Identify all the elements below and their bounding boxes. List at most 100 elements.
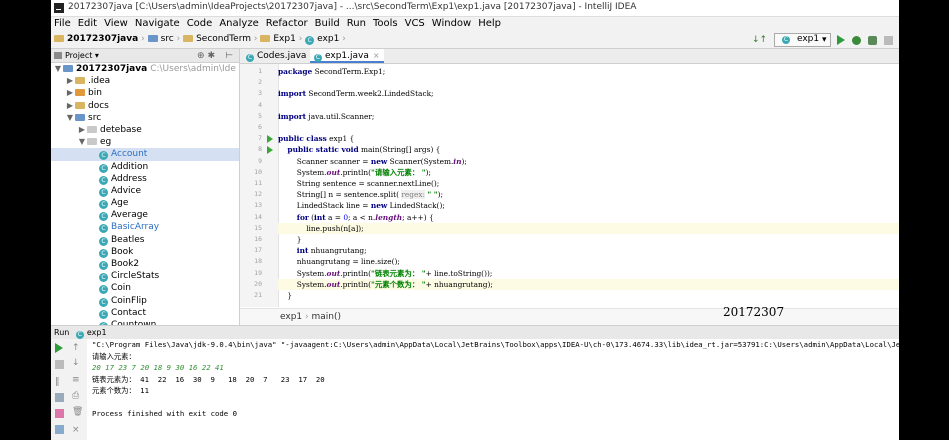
tree-item[interactable]: C Contact — [51, 307, 239, 319]
expand-right-icon[interactable]: ▶ — [65, 75, 75, 87]
tree-item[interactable]: C Advice — [51, 185, 239, 197]
soft-wrap-icon[interactable]: ≡ — [72, 375, 81, 385]
tree-item[interactable]: C Address — [51, 173, 239, 185]
expand-right-icon[interactable]: ▶ — [77, 124, 87, 136]
print-icon[interactable]: ⎙ — [72, 391, 81, 401]
tree-item[interactable]: C Coin — [51, 282, 239, 295]
code-line[interactable] — [278, 122, 899, 133]
gear-icon[interactable]: ⊕ ✱ — [197, 50, 215, 63]
breadcrumb-project[interactable]: 20172307java — [67, 34, 138, 44]
tree-item[interactable]: C Book2 — [51, 258, 239, 270]
restore-layout-icon[interactable] — [55, 409, 64, 418]
run-config-select[interactable]: Cexp1 ▾ — [773, 33, 831, 47]
menu-analyze[interactable]: Analyze — [216, 17, 262, 31]
run-console[interactable]: "C:\Program Files\Java\jdk-9.0.4\bin\jav… — [87, 339, 899, 440]
menu-vcs[interactable]: VCS — [402, 17, 429, 31]
code-line[interactable]: String sentence = scanner.nextLine(); — [278, 178, 899, 189]
coverage-icon[interactable] — [868, 35, 878, 45]
menu-tools[interactable]: Tools — [370, 17, 402, 31]
pause-icon[interactable]: ‖ — [55, 377, 64, 387]
expand-right-icon[interactable]: ▶ — [65, 100, 75, 112]
tree-item[interactable]: C Book — [51, 246, 239, 258]
code-line[interactable] — [278, 77, 899, 88]
run-config-tab[interactable]: exp1 — [87, 328, 107, 337]
run-gutter-icon[interactable] — [267, 146, 273, 155]
project-panel-title[interactable]: Project — [65, 51, 92, 60]
rerun-icon[interactable] — [55, 343, 63, 353]
scroll-down-icon[interactable]: ↓ — [72, 358, 81, 368]
code-line[interactable]: System.out.println("请输入元素： "); — [278, 167, 899, 178]
folder-icon — [75, 77, 85, 85]
menu-navigate[interactable]: Navigate — [132, 17, 184, 31]
menu-help[interactable]: Help — [475, 17, 505, 31]
code-line[interactable]: import java.util.Scanner; — [278, 111, 899, 122]
code-line[interactable]: import SecondTerm.week2.LindedStack; — [278, 88, 899, 99]
menu-build[interactable]: Build — [312, 17, 344, 31]
code-line[interactable]: for (int a = 0; a < n.length; a++) { — [278, 212, 899, 223]
code-line[interactable]: nhuangrutang = line.size(); — [278, 256, 899, 267]
code-line[interactable]: line.push(n[a]); — [278, 222, 899, 234]
code-line[interactable]: System.out.println("元素个数为： "+ nhuangruta… — [278, 278, 899, 290]
tab-exp1-java[interactable]: Cexp1.java × — [310, 49, 384, 63]
tree-item[interactable]: C Age — [51, 197, 239, 210]
code-line[interactable]: } — [278, 290, 899, 301]
code-line[interactable] — [278, 100, 899, 111]
code-line[interactable]: public static void main(String[] args) { — [278, 144, 899, 155]
stop-icon[interactable] — [55, 360, 64, 369]
close-icon[interactable]: × — [72, 425, 81, 435]
hide-icon[interactable]: ⊢ — [225, 50, 233, 63]
tree-item[interactable]: C Beatles — [51, 234, 239, 246]
expand-right-icon[interactable]: ▶ — [65, 87, 75, 99]
tree-item[interactable]: C Addition — [51, 161, 239, 173]
code-line[interactable]: String[] n = sentence.split( regex: " ")… — [278, 189, 899, 200]
menu-refactor[interactable]: Refactor — [263, 17, 312, 31]
menu-file[interactable]: File — [51, 17, 75, 31]
code-line[interactable]: package SecondTerm.Exp1; — [278, 66, 899, 77]
tree-item[interactable]: C CoinFlip — [51, 295, 239, 307]
tree-item[interactable]: C Average — [51, 209, 239, 222]
tree-item[interactable]: ▶ .idea — [51, 75, 239, 87]
editor-crumb-class[interactable]: exp1 — [280, 312, 302, 322]
build-icon[interactable]: ↓↑ — [752, 35, 767, 45]
stop-icon[interactable] — [884, 35, 893, 45]
expand-down-icon[interactable]: ▼ — [65, 112, 75, 124]
breadcrumb-src[interactable]: src — [161, 34, 174, 44]
editor-crumb-method[interactable]: main() — [312, 312, 342, 322]
code-line[interactable]: } — [278, 234, 899, 245]
menu-code[interactable]: Code — [184, 17, 217, 31]
run-icon[interactable] — [837, 35, 846, 45]
clear-icon[interactable]: 🗑 — [72, 407, 83, 417]
menu-view[interactable]: View — [101, 17, 132, 31]
menu-window[interactable]: Window — [429, 17, 475, 31]
class-icon: C — [99, 163, 108, 173]
code-line[interactable]: System.out.println("链表元素为： "+ line.toStr… — [278, 268, 899, 279]
run-panel-label[interactable]: Run — [54, 328, 69, 337]
tree-item[interactable]: ▼ eg — [51, 136, 239, 148]
code-line[interactable]: public class exp1 { — [278, 133, 899, 144]
tree-item[interactable]: ▼ src — [51, 112, 239, 124]
code-area[interactable]: package SecondTerm.Exp1; import SecondTer… — [278, 64, 899, 307]
code-line[interactable]: int nhuangrutang; — [278, 245, 899, 256]
menu-edit[interactable]: Edit — [75, 17, 101, 31]
run-gutter-icon[interactable] — [267, 135, 273, 144]
code-line[interactable]: Scanner scanner = new Scanner(System.in)… — [278, 156, 899, 167]
dump-threads-icon[interactable] — [55, 393, 64, 402]
tree-item[interactable]: C CircleStats — [51, 270, 239, 283]
code-line[interactable]: LindedStack line = new LindedStack(); — [278, 200, 899, 211]
debug-icon[interactable] — [852, 35, 862, 45]
tree-item[interactable]: ▶ bin — [51, 87, 239, 99]
tree-item[interactable]: ▼ 20172307java C:\Users\admin\Ide — [51, 63, 239, 75]
scroll-up-icon[interactable]: ↑ — [72, 343, 81, 353]
expand-down-icon[interactable]: ▼ — [77, 136, 87, 148]
menu-run[interactable]: Run — [344, 17, 370, 31]
close-icon[interactable]: × — [373, 51, 380, 60]
breadcrumb-secondterm[interactable]: SecondTerm — [196, 34, 251, 44]
tree-item[interactable]: C Account — [51, 148, 239, 161]
tree-item[interactable]: C BasicArray — [51, 221, 239, 234]
breadcrumb-exp1-class[interactable]: exp1 — [317, 34, 339, 44]
expand-down-icon[interactable]: ▼ — [53, 63, 63, 75]
breadcrumb-exp1-package[interactable]: Exp1 — [273, 34, 295, 44]
tree-item[interactable]: ▶ detebase — [51, 124, 239, 136]
pin-icon[interactable] — [55, 425, 64, 434]
tree-item[interactable]: ▶ docs — [51, 100, 239, 112]
